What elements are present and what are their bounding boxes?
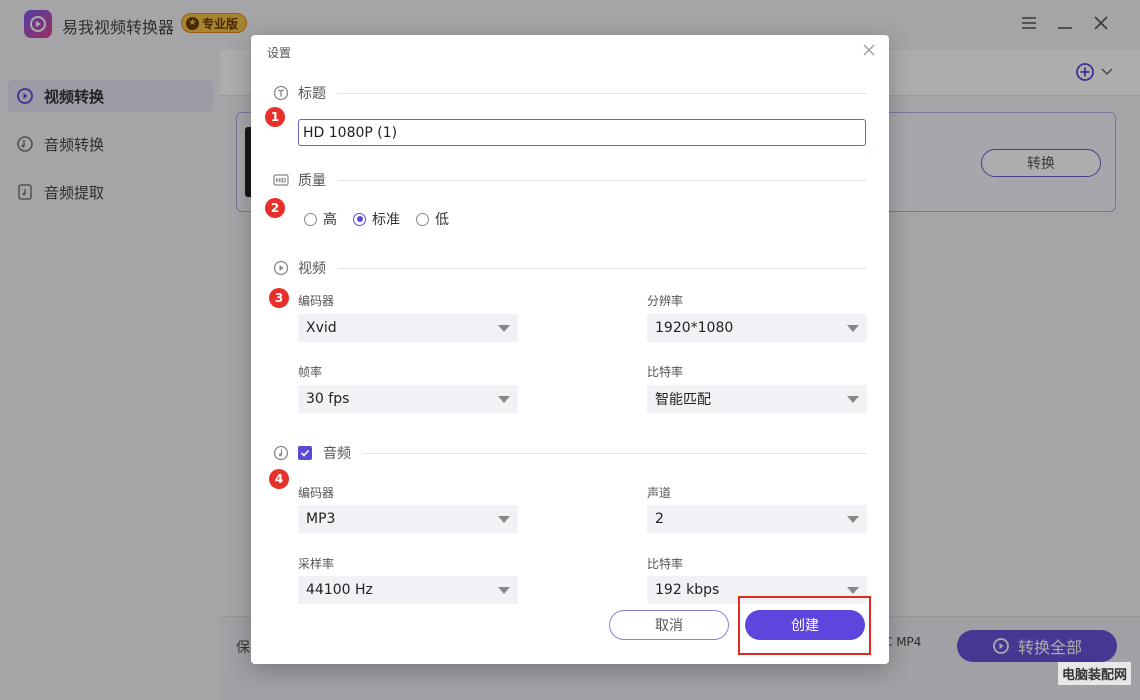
video-encoder-label: 编码器	[298, 294, 335, 308]
divider	[363, 452, 867, 454]
framerate-label: 帧率	[298, 365, 323, 379]
chevron-down-icon	[847, 587, 859, 594]
section-audio: 音频	[273, 443, 867, 463]
svg-text:HD: HD	[276, 177, 287, 185]
select-value: MP3	[306, 511, 336, 527]
audio-encoder-select[interactable]: MP3	[298, 505, 518, 533]
play-icon	[273, 260, 289, 276]
audio-enable-checkbox[interactable]	[298, 446, 312, 460]
annotation-badge: 1	[265, 107, 285, 127]
quality-radio-low[interactable]: 低	[416, 209, 449, 229]
select-value: 192 kbps	[655, 582, 720, 598]
chevron-down-icon	[847, 516, 859, 523]
video-bitrate-label: 比特率	[647, 365, 684, 379]
title-icon	[273, 85, 289, 101]
section-label: 质量	[298, 173, 326, 189]
section-label: 视频	[298, 261, 326, 277]
radio-label: 低	[435, 212, 449, 228]
chevron-down-icon	[847, 396, 859, 403]
cancel-button[interactable]: 取消	[609, 610, 729, 640]
annotation-badge: 4	[269, 469, 289, 489]
samplerate-select[interactable]: 44100 Hz	[298, 576, 518, 604]
section-quality: HD 质量	[273, 170, 867, 190]
framerate-select[interactable]: 30 fps	[298, 385, 518, 413]
annotation-badge: 3	[269, 288, 289, 308]
resolution-select[interactable]: 1920*1080	[647, 314, 867, 342]
quality-radio-standard[interactable]: 标准	[353, 209, 400, 229]
chevron-down-icon	[847, 325, 859, 332]
section-label: 标题	[298, 86, 326, 102]
samplerate-label: 采样率	[298, 557, 335, 571]
select-value: 智能匹配	[655, 392, 711, 408]
select-value: Xvid	[306, 320, 337, 336]
annotation-highlight-box	[738, 596, 871, 655]
select-value: 2	[655, 511, 664, 527]
radio-label: 标准	[372, 212, 400, 228]
quality-radio-high[interactable]: 高	[304, 209, 337, 229]
radio-circle	[416, 212, 429, 226]
hd-icon: HD	[273, 174, 289, 186]
chevron-down-icon	[498, 325, 510, 332]
title-input[interactable]	[298, 119, 866, 146]
divider	[338, 92, 867, 94]
annotation-badge: 2	[265, 198, 285, 218]
select-value: 1920*1080	[655, 320, 734, 336]
video-bitrate-select[interactable]: 智能匹配	[647, 385, 867, 413]
music-icon	[273, 445, 289, 461]
radio-circle	[304, 212, 317, 226]
audio-bitrate-label: 比特率	[647, 557, 684, 571]
quality-radio-group: 高 标准 低	[304, 209, 465, 229]
settings-dialog: 设置 标题 1 HD 质量 2 高 标准 低 视频 3 编码器 Xvid 分辨率…	[251, 35, 889, 664]
divider	[338, 179, 867, 181]
divider	[338, 267, 867, 269]
chevron-down-icon	[498, 396, 510, 403]
resolution-label: 分辨率	[647, 294, 684, 308]
channel-select[interactable]: 2	[647, 505, 867, 533]
radio-circle	[353, 212, 366, 226]
dialog-close-icon[interactable]	[861, 43, 877, 59]
video-encoder-select[interactable]: Xvid	[298, 314, 518, 342]
channel-label: 声道	[647, 486, 672, 500]
section-label: 音频	[323, 446, 351, 462]
chevron-down-icon	[498, 587, 510, 594]
dialog-title: 设置	[267, 46, 292, 60]
radio-label: 高	[323, 212, 337, 228]
select-value: 44100 Hz	[306, 582, 373, 598]
check-icon	[300, 449, 310, 457]
section-video: 视频	[273, 258, 867, 278]
select-value: 30 fps	[306, 391, 350, 407]
watermark: 电脑装配网	[1058, 662, 1132, 685]
audio-encoder-label: 编码器	[298, 486, 335, 500]
section-title: 标题	[273, 83, 867, 103]
chevron-down-icon	[498, 516, 510, 523]
